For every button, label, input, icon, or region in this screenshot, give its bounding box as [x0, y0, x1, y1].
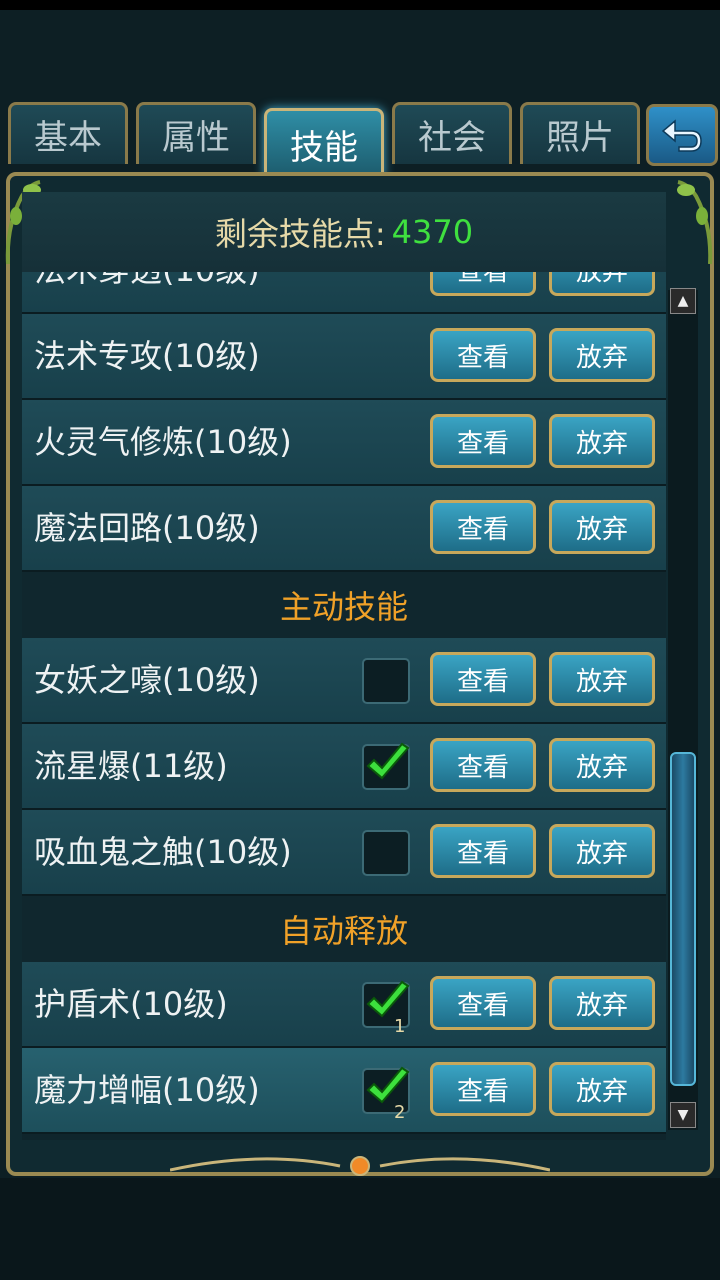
- tab-skills[interactable]: 技能: [264, 108, 384, 178]
- skill-name: 护盾术(10级): [34, 985, 228, 1023]
- button-label: 放弃: [575, 514, 628, 545]
- section-title: 主动技能: [279, 588, 408, 626]
- scroll-up-button[interactable]: ▲: [670, 288, 696, 314]
- button-label: 查看: [456, 1076, 509, 1107]
- drop-button[interactable]: 放弃: [549, 1062, 655, 1116]
- button-label: 查看: [456, 428, 509, 459]
- list-item: 护盾术(10级) 1 查看 放弃: [22, 962, 666, 1048]
- list-item: 魔法回路(10级) 查看 放弃: [22, 486, 666, 572]
- skill-name: 女妖之嚎(10级): [34, 661, 260, 699]
- tab-label: 技能: [290, 128, 358, 168]
- drop-button[interactable]: 放弃: [549, 414, 655, 468]
- drop-button[interactable]: 放弃: [549, 652, 655, 706]
- drop-button[interactable]: 放弃: [549, 500, 655, 554]
- button-label: 查看: [456, 514, 509, 545]
- drop-button[interactable]: 放弃: [549, 824, 655, 878]
- skill-name: 魔法回路(10级): [34, 509, 260, 547]
- drop-button[interactable]: 放弃: [549, 976, 655, 1030]
- button-label: 查看: [456, 990, 509, 1021]
- button-label: 放弃: [575, 666, 628, 697]
- list-item: 吸血鬼之触(10级) 查看 放弃: [22, 810, 666, 896]
- button-label: 查看: [456, 838, 509, 869]
- skill-name: 火灵气修炼(10级): [34, 423, 292, 461]
- skill-points-value: 4370: [391, 213, 474, 251]
- tab-label: 基本: [34, 118, 102, 158]
- section-title: 自动释放: [279, 912, 408, 950]
- button-label: 查看: [457, 272, 509, 288]
- scroll-down-button[interactable]: ▼: [670, 1102, 696, 1128]
- tab-label: 照片: [546, 118, 614, 158]
- button-label: 放弃: [575, 428, 628, 459]
- checkmark-icon: [366, 980, 410, 1018]
- tab-label: 属性: [162, 118, 230, 158]
- bottom-background: [0, 1178, 720, 1280]
- skill-name: 法术专攻(10级): [34, 337, 260, 375]
- vine-ornament-icon: [677, 180, 713, 265]
- button-label: 查看: [456, 666, 509, 697]
- list-item: 魔力增幅(10级) 2 查看 放弃: [22, 1048, 666, 1134]
- button-label: 放弃: [575, 752, 628, 783]
- skill-checkbox[interactable]: [362, 830, 410, 876]
- list-item: 女妖之嚎(10级) 查看 放弃: [22, 638, 666, 724]
- scrollbar-thumb[interactable]: [670, 752, 696, 1086]
- view-button[interactable]: 查看: [430, 976, 536, 1030]
- button-label: 放弃: [575, 1076, 628, 1107]
- list-item: 流星爆(11级) 查看 放弃: [22, 724, 666, 810]
- checkmark-icon: [366, 742, 410, 780]
- section-header-auto-cast: 自动释放: [22, 896, 666, 962]
- skill-checkbox[interactable]: [362, 658, 410, 704]
- down-arrow-icon: ▼: [677, 1107, 689, 1123]
- bottom-ornament-icon: [170, 1156, 550, 1176]
- section-header-active-skills: 主动技能: [22, 572, 666, 638]
- back-arrow-icon: [661, 119, 702, 152]
- back-button[interactable]: [646, 104, 718, 166]
- button-label: 查看: [456, 342, 509, 373]
- button-label: 放弃: [575, 342, 628, 373]
- skill-checkbox[interactable]: [362, 742, 410, 790]
- button-label: 放弃: [575, 990, 628, 1021]
- skill-name: 法术穿透(10级): [34, 272, 260, 312]
- view-button[interactable]: 查看: [430, 824, 536, 878]
- skill-points-header: 剩余技能点: 4370: [22, 192, 666, 272]
- button-label: 放弃: [576, 272, 628, 288]
- button-label: 查看: [456, 752, 509, 783]
- status-bar: [0, 0, 720, 10]
- skill-list[interactable]: 法术穿透(10级) 查看 放弃 法术专攻(10级) 查看 放弃 火灵气修炼(10…: [22, 272, 666, 1140]
- tab-photos[interactable]: 照片: [520, 102, 640, 164]
- tab-attributes[interactable]: 属性: [136, 102, 256, 164]
- drop-button[interactable]: 放弃: [549, 272, 655, 296]
- list-item: 火灵气修炼(10级) 查看 放弃: [22, 400, 666, 486]
- cast-order-number: 1: [394, 1016, 406, 1037]
- view-button[interactable]: 查看: [430, 652, 536, 706]
- view-button[interactable]: 查看: [430, 500, 536, 554]
- up-arrow-icon: ▲: [677, 293, 689, 309]
- view-button[interactable]: 查看: [430, 414, 536, 468]
- skill-name: 魔力增幅(10级): [34, 1071, 260, 1109]
- checkmark-icon: [366, 1066, 410, 1104]
- skill-checkbox[interactable]: 2: [362, 1066, 410, 1123]
- skill-points-label: 剩余技能点:: [214, 215, 386, 253]
- tab-label: 社会: [418, 118, 486, 158]
- drop-button[interactable]: 放弃: [549, 738, 655, 792]
- skill-name: 吸血鬼之触(10级): [34, 833, 292, 871]
- view-button[interactable]: 查看: [430, 272, 536, 296]
- button-label: 放弃: [575, 838, 628, 869]
- view-button[interactable]: 查看: [430, 1062, 536, 1116]
- list-item: 法术专攻(10级) 查看 放弃: [22, 314, 666, 400]
- view-button[interactable]: 查看: [430, 328, 536, 382]
- skill-checkbox[interactable]: 1: [362, 980, 410, 1037]
- skill-name: 流星爆(11级): [34, 747, 228, 785]
- cast-order-number: 2: [394, 1102, 406, 1123]
- list-item: 法术穿透(10级) 查看 放弃: [22, 272, 666, 314]
- drop-button[interactable]: 放弃: [549, 328, 655, 382]
- tab-basic[interactable]: 基本: [8, 102, 128, 164]
- tab-social[interactable]: 社会: [392, 102, 512, 164]
- view-button[interactable]: 查看: [430, 738, 536, 792]
